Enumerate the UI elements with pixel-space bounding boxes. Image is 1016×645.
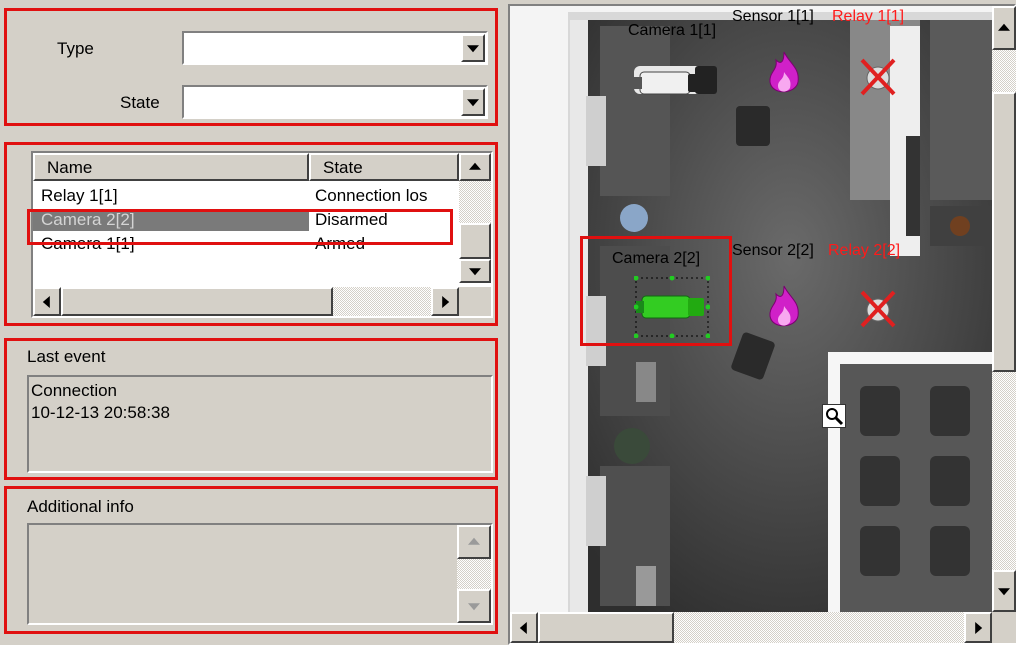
additional-info-scrollbar[interactable] xyxy=(457,525,491,623)
arrow-up-icon xyxy=(469,162,481,170)
scrollbar-corner xyxy=(992,612,1016,643)
state-label: State xyxy=(120,93,160,112)
type-dropdown-button[interactable] xyxy=(461,34,485,62)
relay-2-label: Relay 2[2] xyxy=(828,242,901,259)
map-vertical-scrollbar[interactable] xyxy=(992,6,1016,612)
relay-1-device[interactable] xyxy=(858,56,898,98)
sensor-1-device[interactable] xyxy=(766,50,802,98)
arrow-left-icon xyxy=(42,295,50,308)
last-event-box: Connection 10-12-13 20:58:38 xyxy=(27,375,493,473)
left-panel: Type State Name State Relay 1[1] Connect… xyxy=(0,0,504,645)
table-vertical-scrollbar[interactable] xyxy=(459,153,491,283)
last-event-time: 10-12-13 20:58:38 xyxy=(31,403,170,422)
scroll-down-button[interactable] xyxy=(457,589,491,623)
sensor-1-label: Sensor 1[1] xyxy=(732,8,814,25)
scroll-thumb[interactable] xyxy=(61,287,333,316)
scroll-down-button[interactable] xyxy=(459,259,491,283)
map-viewport[interactable]: Camera 1[1] Sensor 1[1] Relay 1[1] Camer… xyxy=(510,6,992,612)
additional-info-title: Additional info xyxy=(27,497,134,516)
arrow-left-icon xyxy=(519,621,527,634)
type-label: Type xyxy=(57,39,94,58)
objects-list-section: Name State Relay 1[1] Connection los Cam… xyxy=(4,142,498,326)
sensor-2-device[interactable] xyxy=(766,284,802,332)
arrow-up-icon xyxy=(998,23,1010,31)
relay-1-label: Relay 1[1] xyxy=(832,8,905,25)
table-header: Name State xyxy=(33,153,459,181)
arrow-down-icon xyxy=(469,268,481,276)
additional-info-section: Additional info xyxy=(4,486,498,634)
scroll-left-button[interactable] xyxy=(33,287,61,316)
selected-row-highlight xyxy=(27,209,453,245)
scroll-thumb[interactable] xyxy=(992,92,1016,372)
chevron-down-icon xyxy=(467,99,479,107)
map-horizontal-scrollbar[interactable] xyxy=(510,612,992,643)
additional-info-box xyxy=(27,523,493,625)
column-header-state[interactable]: State xyxy=(309,153,459,181)
chevron-down-icon xyxy=(467,45,479,53)
fire-icon xyxy=(769,51,799,93)
camera-2-highlight xyxy=(580,236,732,346)
table-row[interactable]: Relay 1[1] Connection los xyxy=(33,185,459,207)
row-state: Connection los xyxy=(315,186,428,205)
camera-1-device[interactable] xyxy=(632,66,712,100)
map-panel: Camera 1[1] Sensor 1[1] Relay 1[1] Camer… xyxy=(508,4,1016,645)
scroll-down-button[interactable] xyxy=(992,570,1016,612)
zoom-marker[interactable] xyxy=(822,404,846,428)
scroll-thumb[interactable] xyxy=(538,612,674,643)
camera-icon xyxy=(634,71,706,95)
scroll-up-button[interactable] xyxy=(457,525,491,559)
scroll-left-button[interactable] xyxy=(510,612,538,643)
scroll-up-button[interactable] xyxy=(992,6,1016,50)
scroll-right-button[interactable] xyxy=(431,287,459,316)
table-horizontal-scrollbar[interactable] xyxy=(33,287,459,316)
relay-x-icon xyxy=(860,290,896,328)
fire-icon xyxy=(769,285,799,327)
relay-2-device[interactable] xyxy=(858,288,898,330)
state-select[interactable] xyxy=(182,85,488,119)
filter-section: Type State xyxy=(4,8,498,126)
arrow-down-icon xyxy=(468,603,480,611)
magnifier-icon xyxy=(826,408,844,426)
scroll-up-button[interactable] xyxy=(459,153,491,181)
sensor-2-label: Sensor 2[2] xyxy=(732,242,814,259)
relay-x-icon xyxy=(860,58,896,96)
scrollbar-corner xyxy=(459,287,491,316)
camera-1-label: Camera 1[1] xyxy=(628,22,717,39)
arrow-down-icon xyxy=(998,588,1010,596)
column-header-name[interactable]: Name xyxy=(33,153,309,181)
arrow-right-icon xyxy=(442,295,450,308)
state-dropdown-button[interactable] xyxy=(461,88,485,116)
scroll-right-button[interactable] xyxy=(964,612,992,643)
last-event-type: Connection xyxy=(31,381,118,400)
last-event-title: Last event xyxy=(27,347,106,366)
type-select[interactable] xyxy=(182,31,488,65)
last-event-section: Last event Connection 10-12-13 20:58:38 xyxy=(4,338,498,480)
row-name: Relay 1[1] xyxy=(41,186,118,205)
scroll-thumb[interactable] xyxy=(459,223,491,259)
arrow-up-icon xyxy=(468,537,480,545)
arrow-right-icon xyxy=(975,621,983,634)
